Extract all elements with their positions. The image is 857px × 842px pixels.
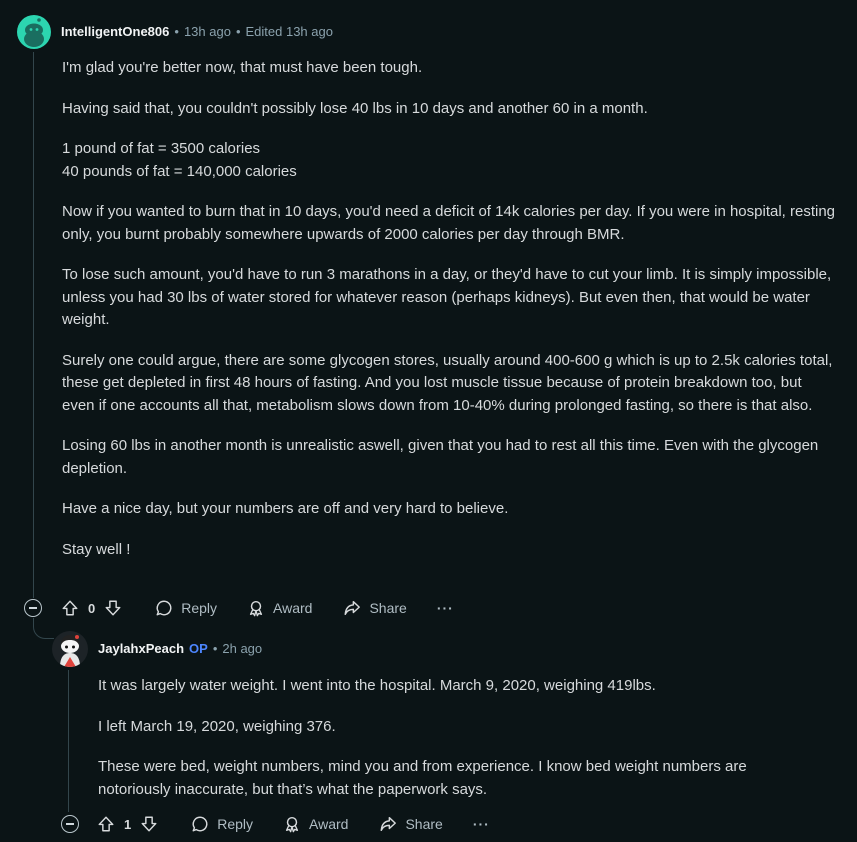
paragraph-line: To lose such amount, you'd have to run 3… <box>62 266 832 328</box>
op-badge: OP <box>189 641 208 656</box>
comment-paragraph: Now if you wanted to burn that in 10 day… <box>62 201 837 246</box>
paragraph-line: Losing 60 lbs in another month is unreal… <box>62 437 819 477</box>
comment-body: It was largely water weight. I went into… <box>98 675 818 819</box>
collapse-button[interactable] <box>24 599 42 617</box>
more-icon: ··· <box>472 816 490 832</box>
comment-meta: JaylahxPeach OP • 2h ago <box>98 641 262 656</box>
thread-line <box>33 52 34 598</box>
paragraph-line: Stay well ! <box>62 540 131 558</box>
upvote-icon[interactable] <box>61 599 79 617</box>
comment-paragraph: To lose such amount, you'd have to run 3… <box>62 264 837 332</box>
timestamp[interactable]: 13h ago <box>184 24 231 39</box>
separator: • <box>174 24 179 39</box>
share-label: Share <box>405 816 443 832</box>
paragraph-line: Now if you wanted to burn that in 10 day… <box>62 203 836 243</box>
award-label: Award <box>309 816 349 832</box>
comment-paragraph: Losing 60 lbs in another month is unreal… <box>62 435 837 480</box>
comment-icon <box>192 816 208 832</box>
collapse-icon <box>29 607 37 609</box>
more-icon: ··· <box>436 600 454 616</box>
award-label: Award <box>273 600 313 616</box>
award-icon <box>285 816 299 833</box>
comment-paragraph: I'm glad you're better now, that must ha… <box>62 57 837 80</box>
vote-count: 1 <box>124 816 132 832</box>
paragraph-line: I'm glad you're better now, that must ha… <box>62 59 423 76</box>
paragraph-line: Surely one could argue, there are some g… <box>62 351 833 414</box>
collapse-button[interactable] <box>61 815 79 833</box>
vote-count: 0 <box>88 600 96 616</box>
comment-icon <box>156 600 172 616</box>
comment-paragraph: 1 pound of fat = 3500 calories 40 pounds … <box>62 138 837 183</box>
comment-paragraph: I left March 19, 2020, weighing 376. <box>98 716 818 739</box>
collapse-icon <box>66 823 74 825</box>
comment-paragraph: Having said that, you couldn't possibly … <box>62 98 837 121</box>
share-button[interactable]: Share <box>343 599 407 617</box>
reply-button[interactable]: Reply <box>155 599 217 617</box>
reply-label: Reply <box>181 600 218 616</box>
avatar[interactable] <box>17 15 51 49</box>
award-icon <box>249 600 263 617</box>
reply-button[interactable]: Reply <box>191 815 253 833</box>
downvote-icon[interactable] <box>104 599 122 617</box>
edited-label: Edited 13h ago <box>245 24 333 39</box>
paragraph-line: I left March 19, 2020, weighing 376. <box>98 717 336 735</box>
downvote-icon[interactable] <box>140 815 158 833</box>
paragraph-line: Having said that, you couldn't possibly … <box>62 99 648 117</box>
username[interactable]: JaylahxPeach <box>98 641 184 656</box>
share-icon <box>344 600 361 616</box>
comment-paragraph: Have a nice day, but your numbers are of… <box>62 498 837 521</box>
comment-body: I'm glad you're better now, that must ha… <box>62 57 837 579</box>
separator: • <box>235 24 241 39</box>
more-button[interactable]: ··· <box>473 816 490 832</box>
separator: • <box>212 641 218 656</box>
comment-paragraph: These were bed, weight numbers, mind you… <box>98 756 818 801</box>
thread-line-reply <box>68 670 69 812</box>
share-icon <box>380 816 397 832</box>
reply-label: Reply <box>217 816 254 832</box>
paragraph-line: Have a nice day, but your numbers are of… <box>62 500 509 517</box>
comment-paragraph: Surely one could argue, there are some g… <box>62 350 837 418</box>
share-button[interactable]: Share <box>379 815 443 833</box>
vote-group: 1 <box>97 815 158 833</box>
snoo-avatar-icon <box>60 635 80 667</box>
comment-paragraph: Stay well ! <box>62 539 837 562</box>
comment-actions: 0 Reply Award Share ··· <box>24 596 454 620</box>
thread-connector <box>33 618 54 639</box>
award-button[interactable]: Award <box>247 599 312 617</box>
vote-group: 0 <box>61 599 122 617</box>
paragraph-line: It was largely water weight. I went into… <box>98 677 656 694</box>
comment-paragraph: It was largely water weight. I went into… <box>98 675 818 698</box>
snoo-avatar-icon <box>24 18 44 47</box>
paragraph-line: These were bed, weight numbers, mind you… <box>98 758 747 798</box>
avatar[interactable] <box>52 631 88 667</box>
username[interactable]: IntelligentOne806 <box>61 24 169 39</box>
award-button[interactable]: Award <box>283 815 348 833</box>
upvote-icon[interactable] <box>97 815 115 833</box>
paragraph-line: 40 pounds of fat = 140,000 calories <box>62 162 297 180</box>
timestamp[interactable]: 2h ago <box>222 641 262 656</box>
comment-actions: 1 Reply Award Share ··· <box>61 812 490 836</box>
comment-meta: IntelligentOne806 • 13h ago • Edited 13h… <box>61 24 333 39</box>
paragraph-line: 1 pound of fat = 3500 calories <box>62 140 261 157</box>
more-button[interactable]: ··· <box>437 600 454 616</box>
share-label: Share <box>369 600 407 616</box>
